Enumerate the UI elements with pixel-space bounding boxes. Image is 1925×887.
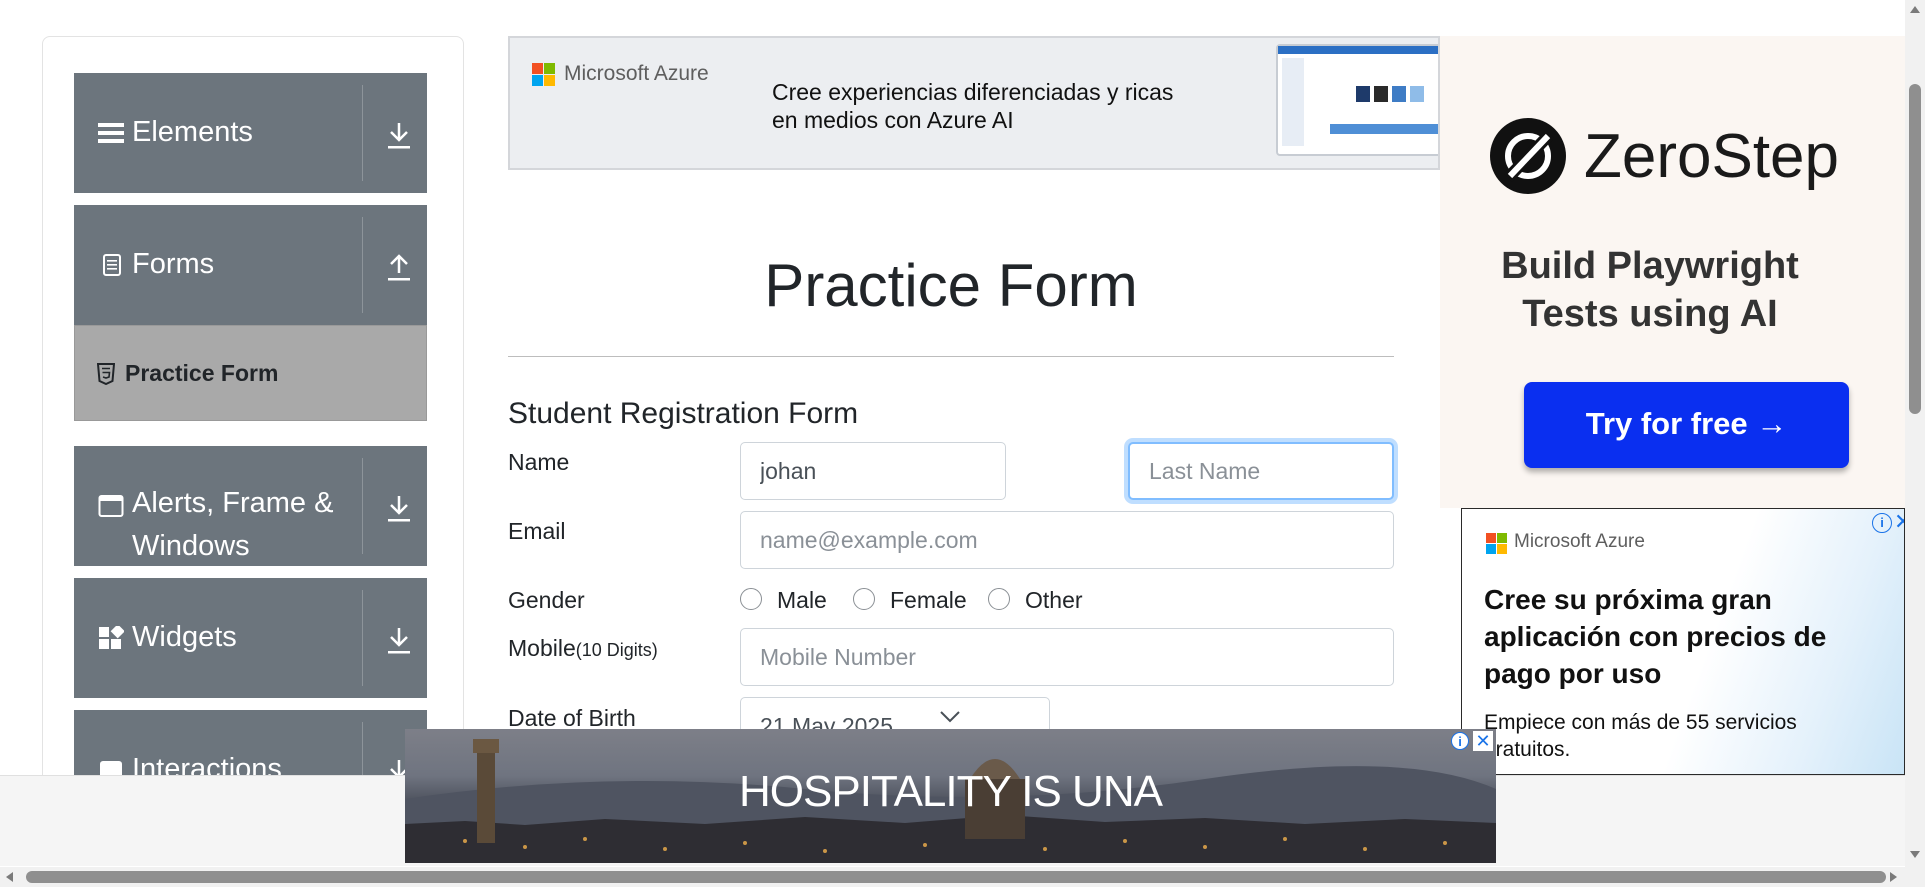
gender-other-radio[interactable]: Other xyxy=(988,584,1098,616)
download-arrow-icon[interactable] xyxy=(385,492,413,524)
name-label: Name xyxy=(508,449,570,475)
widgets-icon xyxy=(98,624,125,650)
sidebar-group-forms[interactable]: Forms xyxy=(74,205,427,325)
azure-ad[interactable]: i ✕ Microsoft Azure Cree su próxima gran… xyxy=(1461,508,1905,775)
form-heading: Student Registration Form xyxy=(508,397,859,430)
ad-line-1: Cree experiencias diferenciadas y ricas xyxy=(772,79,1174,105)
hamburger-icon xyxy=(98,121,124,145)
title-divider xyxy=(508,356,1394,357)
email-label: Email xyxy=(508,518,566,544)
download-arrow-icon[interactable] xyxy=(385,624,413,656)
ad-headline-3: pago por uso xyxy=(1484,658,1662,689)
sidebar-item-practice-form[interactable]: Practice Form xyxy=(74,325,427,421)
last-name-input[interactable] xyxy=(1128,442,1394,500)
document-icon xyxy=(102,253,128,277)
radio-label: Other xyxy=(1025,587,1083,613)
email-input[interactable] xyxy=(740,511,1394,569)
ad-headline-1: Build Playwright xyxy=(1501,245,1799,287)
sidebar-group-label-line2: Windows xyxy=(132,530,250,562)
button-label: Try for free → xyxy=(1585,406,1788,441)
radio-button[interactable] xyxy=(740,588,762,610)
ad-brand: Microsoft Azure xyxy=(1514,531,1645,552)
zerostep-ad[interactable]: ZeroStep Build Playwright Tests using AI… xyxy=(1440,36,1905,508)
microsoft-logo-icon xyxy=(1486,533,1507,559)
ad-close-icon[interactable]: ✕ xyxy=(1473,731,1493,751)
upload-arrow-icon[interactable] xyxy=(385,251,413,283)
sidebar-group-label: Elements xyxy=(132,116,253,148)
sidebar-group-label: Widgets xyxy=(132,621,237,653)
sidebar-group-widgets[interactable]: Widgets xyxy=(74,578,427,698)
scroll-up-icon[interactable] xyxy=(1910,6,1920,13)
ad-headline-2: Tests using AI xyxy=(1522,293,1778,335)
ad-subline-1: Empiece con más de 55 servicios xyxy=(1484,711,1797,734)
microsoft-logo-icon xyxy=(532,63,556,92)
sidebar-group-elements[interactable]: Elements xyxy=(74,73,427,193)
radio-button[interactable] xyxy=(853,588,875,610)
zerostep-logo-icon xyxy=(1488,116,1568,201)
ad-headline-1: Cree su próxima gran xyxy=(1484,584,1772,615)
gender-label: Gender xyxy=(508,587,585,613)
try-for-free-button[interactable]: Try for free → xyxy=(1524,382,1849,468)
sidebar-item-label: Practice Form xyxy=(125,360,279,386)
radio-button[interactable] xyxy=(988,588,1010,610)
top-ad-banner[interactable]: Microsoft Azure Cree experiencias difere… xyxy=(508,36,1440,170)
mobile-label-text: Mobile xyxy=(508,635,576,661)
download-arrow-icon[interactable] xyxy=(385,119,413,151)
ad-text: HOSPITALITY IS UNA xyxy=(739,767,1163,816)
sidebar-group-label: Alerts, Frame & xyxy=(132,487,334,519)
ad-info-icon[interactable]: i xyxy=(1872,513,1892,533)
chevron-down-icon xyxy=(939,710,961,729)
ad-close-icon[interactable]: ✕ xyxy=(1894,509,1904,535)
horizontal-scroll-thumb[interactable] xyxy=(26,871,1886,883)
mobile-hint: (10 Digits) xyxy=(575,640,658,660)
sidebar-group-label: Forms xyxy=(132,248,215,280)
ad-subline-2: gratuitos. xyxy=(1484,738,1571,761)
ad-brand: Microsoft Azure xyxy=(564,62,709,85)
ad-line-2: en medios con Azure AI xyxy=(772,107,1014,133)
ad-headline-2: aplicación con precios de xyxy=(1484,621,1827,652)
radio-label: Female xyxy=(890,587,967,613)
page-title: Practice Form xyxy=(764,252,1138,319)
window-icon xyxy=(98,494,124,518)
gender-female-radio[interactable]: Female xyxy=(853,584,973,616)
mobile-input[interactable] xyxy=(740,628,1394,686)
vertical-scroll-thumb[interactable] xyxy=(1909,84,1921,414)
ad-info-icon[interactable]: i xyxy=(1451,732,1469,750)
first-name-input[interactable] xyxy=(740,442,1006,500)
scroll-right-icon[interactable] xyxy=(1890,872,1897,882)
horizontal-scrollbar[interactable] xyxy=(0,867,1925,887)
radio-label: Male xyxy=(777,587,827,613)
gender-male-radio[interactable]: Male xyxy=(740,584,850,616)
sidebar-group-alerts[interactable]: Alerts, Frame & Windows xyxy=(74,446,427,566)
mobile-label: Mobile(10 Digits) xyxy=(508,632,658,666)
bottom-ad-banner[interactable]: HOSPITALITY IS UNA i ✕ xyxy=(405,729,1496,863)
laptop-screenshot-image xyxy=(1276,44,1438,156)
vertical-scrollbar[interactable] xyxy=(1905,0,1925,867)
ad-brand: ZeroStep xyxy=(1584,122,1840,191)
scroll-left-icon[interactable] xyxy=(6,872,13,882)
scroll-down-icon[interactable] xyxy=(1910,851,1920,858)
html5-icon xyxy=(96,363,116,386)
